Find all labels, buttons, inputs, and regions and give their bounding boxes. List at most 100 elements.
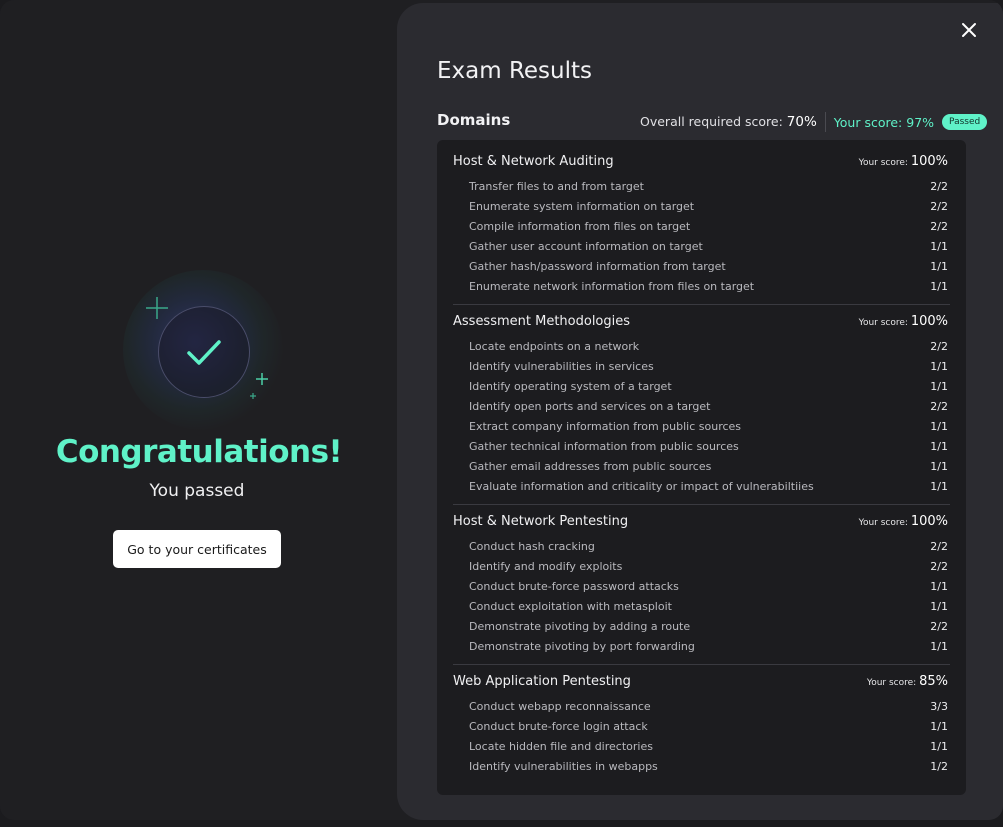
objective-row: Transfer files to and from target 2/2 (453, 178, 950, 198)
objective-row: Locate endpoints on a network 2/2 (453, 338, 950, 358)
objective-score: 1/1 (930, 240, 948, 253)
objective-label: Locate endpoints on a network (469, 340, 640, 353)
objective-label: Locate hidden file and directories (469, 740, 653, 753)
objective-score: 1/2 (930, 760, 948, 773)
domain-section: Assessment Methodologies Your score: 100%… (453, 312, 950, 498)
objective-row: Gather user account information on targe… (453, 238, 950, 258)
objective-row: Extract company information from public … (453, 418, 950, 438)
domain-score-label: Your score: (866, 678, 917, 688)
objective-score: 1/1 (930, 600, 948, 613)
objective-score: 1/1 (930, 420, 948, 433)
objective-score: 2/2 (930, 180, 948, 193)
objective-score: 1/1 (930, 580, 948, 593)
objective-label: Identify operating system of a target (469, 380, 672, 393)
domain-section: Host & Network Auditing Your score: 100% T… (453, 152, 950, 298)
objective-score: 2/2 (930, 620, 948, 633)
objective-label: Conduct brute-force login attack (469, 720, 648, 733)
go-to-certificates-button[interactable]: Go to your certificates (113, 530, 281, 568)
objective-label: Identify vulnerabilities in webapps (469, 760, 658, 773)
objective-row: Demonstrate pivoting by port forwarding 1… (453, 638, 950, 658)
domain-header: Host & Network Pentesting Your score: 100… (453, 512, 950, 538)
success-pane: Congratulations! You passed Go to your c… (0, 0, 398, 820)
objective-label: Enumerate network information from files… (469, 280, 755, 293)
domain-header: Assessment Methodologies Your score: 100% (453, 312, 950, 338)
objective-label: Gather hash/password information from ta… (469, 260, 726, 273)
objective-row: Identify operating system of a target 1/1 (453, 378, 950, 398)
objective-score: 1/1 (930, 280, 948, 293)
congratulations-heading: Congratulations! (55, 434, 343, 470)
objective-label: Identify vulnerabilities in services (469, 360, 654, 373)
objective-row: Conduct exploitation with metasploit 1/1 (453, 598, 950, 618)
sparkle-icon (256, 373, 268, 385)
objective-label: Gather user account information on targe… (469, 240, 703, 253)
objective-row: Conduct hash cracking 2/2 (453, 538, 950, 558)
objective-row: Conduct webapp reconnaissance 3/3 (453, 698, 950, 718)
domain-score-label: Your score: (858, 318, 908, 328)
domain-score: Your score: 100% (859, 154, 948, 169)
objective-label: Demonstrate pivoting by adding a route (469, 620, 691, 633)
objective-label: Enumerate system information on target (469, 200, 695, 213)
objective-score: 1/1 (930, 440, 948, 453)
domains-list: Host & Network Auditing Your score: 100% T… (437, 140, 966, 795)
objective-row: Demonstrate pivoting by adding a route 2/… (453, 618, 950, 638)
page-title: Exam Results (437, 58, 593, 84)
overall-required-label: Overall required score: (640, 114, 783, 129)
objective-row: Gather technical information from public… (453, 438, 950, 458)
sparkle-icon (250, 393, 256, 399)
objective-score: 1/1 (930, 640, 948, 653)
domain-score: Your score: 85% (867, 674, 948, 689)
objective-row: Locate hidden file and directories 1/1 (453, 738, 950, 758)
overall-required-score: Overall required score: 70% (640, 114, 817, 130)
domain-score-label: Your score: (858, 158, 908, 168)
your-score-value: 97% (906, 114, 935, 130)
domain-name: Host & Network Auditing (453, 154, 614, 169)
objective-score: 3/3 (930, 700, 948, 713)
objective-row: Gather hash/password information from ta… (453, 258, 950, 278)
domain-score-value: 100% (910, 314, 948, 329)
objective-label: Identify open ports and services on a ta… (469, 400, 711, 413)
objective-label: Conduct webapp reconnaissance (469, 700, 651, 713)
objective-label: Conduct brute-force password attacks (469, 580, 679, 593)
your-score: Your score: 97% (834, 115, 934, 130)
sparkle-icon (146, 297, 168, 319)
objective-score: 1/1 (930, 740, 948, 753)
objective-row: Gather email addresses from public sourc… (453, 458, 950, 478)
objective-score: 1/1 (930, 360, 948, 373)
objective-score: 1/1 (930, 260, 948, 273)
objective-row: Conduct brute-force login attack 1/1 (453, 718, 950, 738)
domain-score: Your score: 100% (859, 314, 948, 329)
section-divider (453, 504, 950, 505)
section-divider (453, 664, 950, 665)
domain-score-label: Your score: (858, 518, 908, 528)
exam-results-modal: Congratulations! You passed Go to your c… (0, 0, 1003, 820)
domain-name: Web Application Pentesting (453, 674, 631, 689)
objective-label: Demonstrate pivoting by port forwarding (469, 640, 695, 653)
objective-row: Enumerate network information from files… (453, 278, 950, 298)
objective-label: Identify and modify exploits (469, 560, 623, 573)
domain-score-value: 100% (910, 154, 948, 169)
objective-row: Identify vulnerabilities in services 1/1 (453, 358, 950, 378)
objective-label: Extract company information from public … (469, 420, 742, 433)
domain-score-value: 85% (919, 674, 948, 689)
domain-name: Host & Network Pentesting (453, 514, 629, 529)
domains-heading: Domains (437, 111, 511, 129)
divider (824, 112, 826, 132)
domain-score: Your score: 100% (859, 514, 948, 529)
objective-label: Gather technical information from public… (469, 440, 739, 453)
success-badge (118, 270, 288, 430)
close-icon[interactable] (959, 20, 979, 40)
objective-label: Conduct exploitation with metasploit (469, 600, 672, 613)
objective-row: Evaluate information and criticality or … (453, 478, 950, 498)
passed-subtitle: You passed (149, 481, 245, 501)
objective-score: 2/2 (930, 400, 948, 413)
domain-score-value: 100% (910, 514, 948, 529)
objective-row: Conduct brute-force password attacks 1/1 (453, 578, 950, 598)
score-summary: Overall required score: 70% Your score: … (640, 112, 988, 132)
domain-header: Host & Network Auditing Your score: 100% (453, 152, 950, 178)
objective-row: Enumerate system information on target 2/… (453, 198, 950, 218)
objective-row: Compile information from files on target… (453, 218, 950, 238)
status-badge: Passed (942, 114, 988, 130)
objective-score: 1/1 (930, 480, 948, 493)
objective-row: Identify open ports and services on a ta… (453, 398, 950, 418)
domain-section: Web Application Pentesting Your score: 85… (453, 672, 950, 778)
